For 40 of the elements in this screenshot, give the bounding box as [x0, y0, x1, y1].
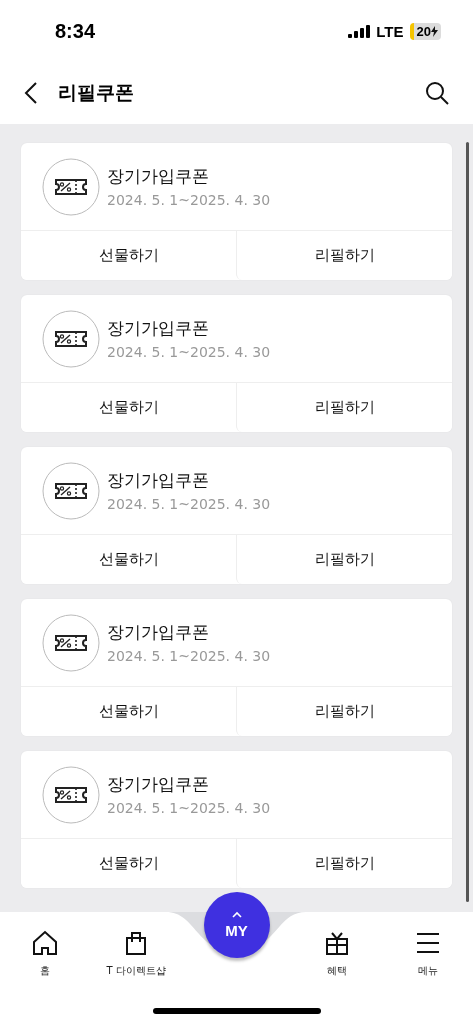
refill-button[interactable]: 리필하기: [236, 383, 452, 432]
search-icon[interactable]: [425, 81, 449, 105]
refill-button[interactable]: 리필하기: [236, 231, 452, 280]
coupon-name: 장기가입쿠폰: [107, 773, 210, 796]
menu-tab[interactable]: 메뉴: [382, 930, 473, 978]
coupon-period: 2024. 5. 1~2025. 4. 30: [107, 800, 271, 816]
menu-icon: [414, 930, 441, 956]
coupon-name: 장기가입쿠폰: [107, 469, 210, 492]
benefits-tab[interactable]: 혜택: [291, 930, 383, 978]
coupon-name: 장기가입쿠폰: [107, 317, 210, 340]
coupon-period: 2024. 5. 1~2025. 4. 30: [107, 192, 271, 208]
shop-tab[interactable]: T 다이렉트샵: [90, 930, 182, 978]
home-tab[interactable]: 홈: [0, 930, 91, 978]
coupon-period: 2024. 5. 1~2025. 4. 30: [107, 344, 271, 360]
network-label: LTE: [376, 22, 404, 40]
coupon-ticket-icon: [42, 309, 100, 368]
page-title: 리필쿠폰: [58, 80, 135, 105]
battery-indicator: 20: [409, 22, 441, 40]
refill-button[interactable]: 리필하기: [236, 687, 452, 736]
gift-button[interactable]: 선물하기: [21, 383, 236, 432]
coupon-name: 장기가입쿠폰: [107, 621, 210, 644]
gift-button[interactable]: 선물하기: [21, 535, 236, 584]
gift-icon: [323, 930, 350, 956]
coupon-period: 2024. 5. 1~2025. 4. 30: [107, 648, 271, 664]
refill-button[interactable]: 리필하기: [236, 839, 452, 888]
home-icon: [32, 930, 59, 956]
back-icon[interactable]: [24, 81, 38, 105]
coupon-ticket-icon: [42, 157, 100, 216]
chevron-up-icon: [230, 911, 243, 918]
gift-button[interactable]: 선물하기: [21, 687, 236, 736]
coupon-name: 장기가입쿠폰: [107, 165, 210, 188]
coupon-ticket-icon: [42, 613, 100, 672]
signal-icon: [348, 24, 371, 38]
gift-button[interactable]: 선물하기: [21, 839, 236, 888]
refill-button[interactable]: 리필하기: [236, 535, 452, 584]
gift-button[interactable]: 선물하기: [21, 231, 236, 280]
status-time: 8:34: [55, 19, 96, 43]
coupon-ticket-icon: [42, 765, 100, 824]
coupon-ticket-icon: [42, 461, 100, 520]
coupon-period: 2024. 5. 1~2025. 4. 30: [107, 496, 271, 512]
